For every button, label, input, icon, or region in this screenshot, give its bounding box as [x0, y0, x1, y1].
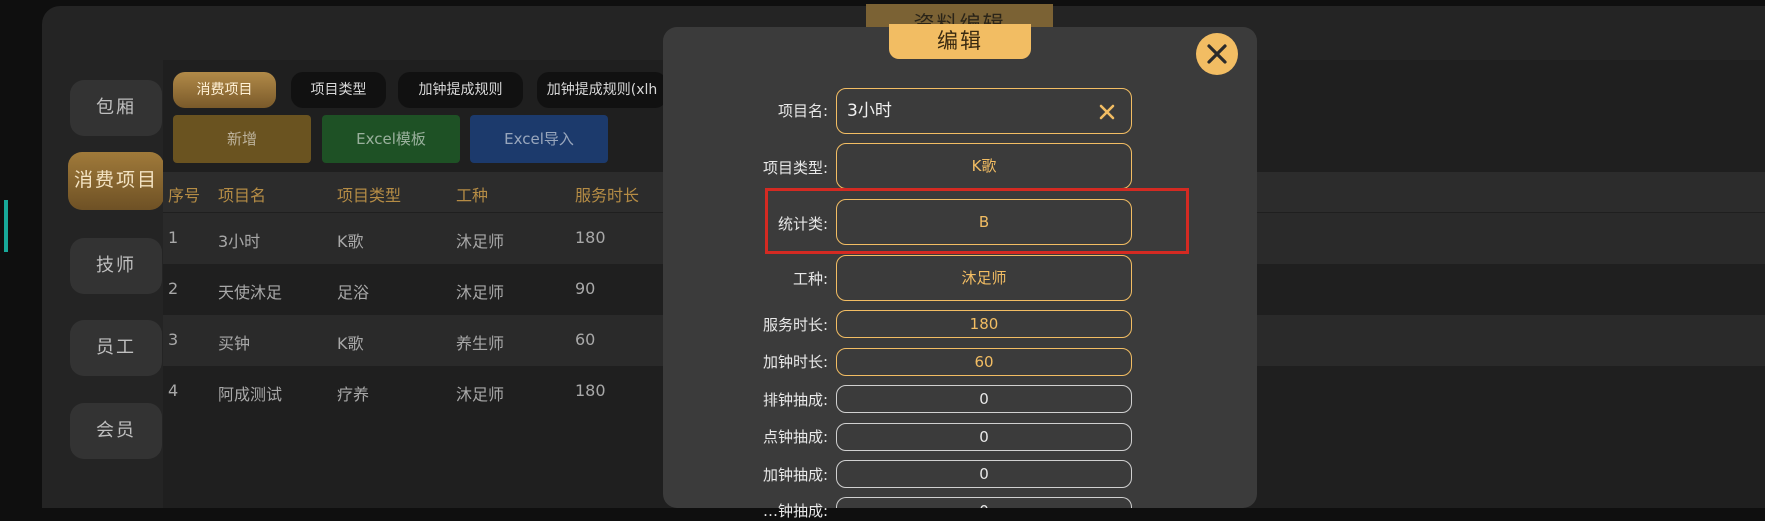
modal-title: 编辑 — [889, 24, 1031, 59]
cell-type: 疗养 — [337, 385, 370, 404]
highlight-box — [765, 188, 1189, 254]
tab-extra-rules-xlh[interactable]: 加钟提成规则(xlh — [537, 72, 667, 108]
nav-item-technicians[interactable]: 技师 — [70, 238, 162, 294]
cell-work: 沐足师 — [456, 385, 505, 404]
edge-accent — [4, 200, 8, 252]
nav-item-rooms[interactable]: 包厢 — [70, 80, 162, 136]
partial-commission-input[interactable]: 0 — [836, 497, 1132, 508]
column-header-index: 序号 — [168, 186, 201, 205]
extra-commission-input[interactable]: 0 — [836, 460, 1132, 488]
cell-name: 3小时 — [218, 232, 261, 251]
close-button[interactable] — [1196, 33, 1238, 75]
tab-extra-rules[interactable]: 加钟提成规则 — [398, 72, 523, 108]
label-point-commission: 点钟抽成: — [762, 428, 828, 446]
label-partial-commission: …钟抽成: — [762, 502, 828, 520]
cell-type: K歌 — [337, 334, 364, 353]
cell-index: 2 — [168, 279, 179, 298]
nav-item-staff[interactable]: 员工 — [70, 320, 162, 376]
cell-name: 买钟 — [218, 334, 251, 353]
label-service-duration: 服务时长: — [762, 316, 828, 334]
column-header-name: 项目名 — [218, 186, 267, 205]
column-header-work: 工种 — [456, 186, 489, 205]
tab-consumption[interactable]: 消费项目 — [173, 72, 276, 108]
column-header-type: 项目类型 — [337, 186, 402, 205]
cell-index: 3 — [168, 330, 179, 349]
nav-item-members[interactable]: 会员 — [70, 403, 162, 459]
label-item-type: 项目类型: — [762, 159, 828, 177]
cell-work: 沐足师 — [456, 283, 505, 302]
cell-index: 4 — [168, 381, 179, 400]
label-item-name: 项目名: — [777, 102, 828, 120]
excel-template-button[interactable]: Excel模板 — [322, 115, 460, 163]
add-button[interactable]: 新增 — [173, 115, 311, 163]
cell-duration: 180 — [575, 228, 606, 247]
cell-duration: 90 — [575, 279, 596, 298]
item-name-value: 3小时 — [847, 101, 892, 121]
tab-item-types[interactable]: 项目类型 — [291, 72, 386, 108]
cell-type: 足浴 — [337, 283, 370, 302]
cell-name: 天使沐足 — [218, 283, 283, 302]
extra-duration-input[interactable]: 60 — [836, 348, 1132, 376]
cell-name: 阿成测试 — [218, 385, 283, 404]
service-duration-input[interactable]: 180 — [836, 310, 1132, 338]
column-header-duration: 服务时长 — [575, 186, 640, 205]
queue-commission-input[interactable]: 0 — [836, 385, 1132, 413]
cell-duration: 60 — [575, 330, 596, 349]
label-extra-commission: 加钟抽成: — [762, 466, 828, 484]
label-work-type: 工种: — [792, 270, 828, 288]
cell-work: 养生师 — [456, 334, 505, 353]
work-type-select[interactable]: 沐足师 — [836, 255, 1132, 301]
nav-item-consumption[interactable]: 消费项目 — [68, 152, 164, 210]
item-type-select[interactable]: K歌 — [836, 143, 1132, 189]
item-name-input[interactable]: 3小时 — [836, 88, 1132, 134]
close-icon — [1207, 44, 1227, 64]
label-extra-duration: 加钟时长: — [762, 353, 828, 371]
cell-index: 1 — [168, 228, 179, 247]
cell-duration: 180 — [575, 381, 606, 400]
cell-work: 沐足师 — [456, 232, 505, 251]
excel-import-button[interactable]: Excel导入 — [470, 115, 608, 163]
label-queue-commission: 排钟抽成: — [762, 391, 828, 409]
clear-icon[interactable] — [1097, 102, 1117, 122]
point-commission-input[interactable]: 0 — [836, 423, 1132, 451]
cell-type: K歌 — [337, 232, 364, 251]
